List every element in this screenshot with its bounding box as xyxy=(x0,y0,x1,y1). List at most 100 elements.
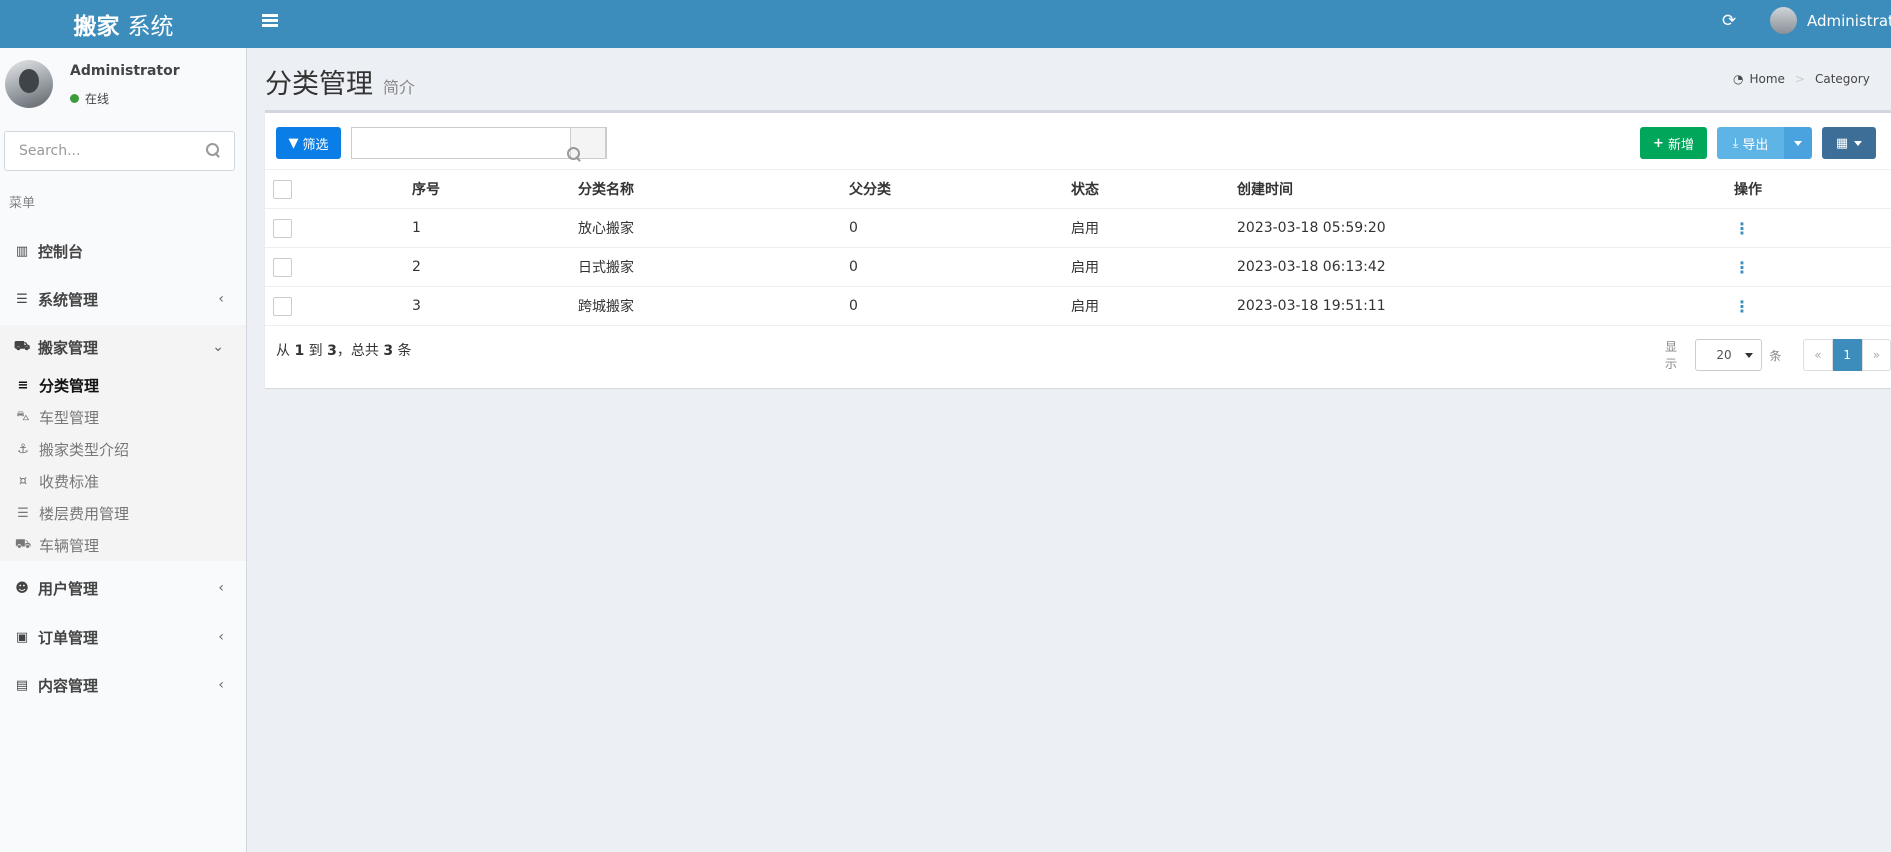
col-parent[interactable]: 父分类 xyxy=(849,169,1071,209)
sidebar-item-moving[interactable]: ⛟ 搬家管理 ⌄ xyxy=(0,325,246,369)
col-id[interactable]: 序号 xyxy=(412,169,578,209)
cell-created: 2023-03-18 06:13:42 xyxy=(1237,247,1734,287)
columns-button[interactable]: ▦ xyxy=(1822,127,1876,159)
cell-status: 启用 xyxy=(1071,208,1237,248)
page-1-button[interactable]: 1 xyxy=(1832,339,1862,371)
add-button[interactable]: + 新增 xyxy=(1640,127,1707,159)
cell-parent: 0 xyxy=(849,208,1071,248)
search-icon[interactable] xyxy=(206,143,220,157)
sidebar-item-label: 系统管理 xyxy=(38,290,99,309)
row-checkbox[interactable] xyxy=(273,218,292,238)
plus-icon: + xyxy=(1653,135,1664,151)
header-user-name[interactable]: Administrator xyxy=(1807,12,1891,30)
users-icon: ☻ xyxy=(15,580,29,596)
cell-id: 2 xyxy=(412,247,578,287)
top-navbar: 搬家系统 ⟳ Administrator xyxy=(0,0,1891,48)
sidebar-item-label: 用户管理 xyxy=(38,579,99,598)
sidebar-subitem-category[interactable]: ≡ 分类管理 xyxy=(0,369,246,401)
info-total-prefix: ，总共 xyxy=(336,343,379,359)
ambulance-icon: ⛟ xyxy=(14,536,32,552)
sidebar-item-orders[interactable]: ▣ 订单管理 ‹ xyxy=(0,615,246,659)
breadcrumb-current: Category xyxy=(1814,72,1870,86)
download-icon: ⤓ xyxy=(1732,135,1739,151)
cell-created: 2023-03-18 05:59:20 xyxy=(1237,208,1734,248)
caret-down-icon xyxy=(1794,140,1802,146)
cell-status: 启用 xyxy=(1071,286,1237,326)
add-label: 新增 xyxy=(1667,137,1694,153)
breadcrumb-home[interactable]: Home xyxy=(1749,72,1784,86)
row-checkbox[interactable] xyxy=(273,257,292,277)
page-subtitle: 简介 xyxy=(383,78,416,97)
sidebar-item-dashboard[interactable]: ▥ 控制台 xyxy=(0,229,246,273)
export-button[interactable]: ⤓ 导出 xyxy=(1717,127,1784,159)
table-header-row: 序号 分类名称 父分类 状态 创建时间 操作 xyxy=(265,169,1891,209)
cell-id: 3 xyxy=(412,286,578,326)
page-size-unit: 条 xyxy=(1769,348,1782,363)
page-header: 分类管理 简介 xyxy=(265,62,415,101)
breadcrumb-separator: > xyxy=(1794,72,1805,86)
table-row: 1 放心搬家 0 启用 2023-03-18 05:59:20 ⋮ xyxy=(265,208,1891,248)
sidebar-subitem-vehicles[interactable]: ⛟ 车辆管理 xyxy=(0,529,246,561)
row-checkbox[interactable] xyxy=(273,296,292,316)
cell-name: 放心搬家 xyxy=(578,208,849,248)
sidebar-item-system[interactable]: ☰ 系统管理 ‹ xyxy=(0,277,246,321)
online-dot-icon xyxy=(70,94,79,103)
filter-label: 筛选 xyxy=(302,137,329,153)
table-search xyxy=(351,127,607,160)
table-search-button[interactable] xyxy=(567,127,606,160)
sidebar-subitem-floor-fees[interactable]: ☰ 楼层费用管理 xyxy=(0,497,246,529)
cell-name: 跨城搬家 xyxy=(578,286,849,326)
cell-id: 1 xyxy=(412,208,578,248)
table-search-input[interactable] xyxy=(352,128,572,158)
status-label: 在线 xyxy=(85,92,110,106)
export-label: 导出 xyxy=(1742,137,1769,153)
cell-created: 2023-03-18 19:51:11 xyxy=(1237,286,1734,326)
col-created[interactable]: 创建时间 xyxy=(1237,169,1734,209)
cell-parent: 0 xyxy=(849,286,1071,326)
sidebar-item-label: 搬家管理 xyxy=(38,338,99,357)
brand-logo[interactable]: 搬家 系统 xyxy=(0,0,247,48)
next-page-button[interactable]: » xyxy=(1861,339,1891,371)
sidebar-item-content[interactable]: ▤ 内容管理 ‹ xyxy=(0,663,246,707)
sidebar-subitem-car-type[interactable]: ⛍ 车型管理 xyxy=(0,401,246,433)
col-name[interactable]: 分类名称 xyxy=(578,169,849,209)
chevron-down-icon: ⌄ xyxy=(212,339,224,355)
bar-chart-icon: ▥ xyxy=(15,243,29,259)
info-prefix: 从 xyxy=(276,343,290,359)
car-icon: ⛍ xyxy=(16,408,30,424)
sidebar-search xyxy=(4,131,235,171)
col-status[interactable]: 状态 xyxy=(1071,169,1237,209)
chevron-left-icon: ‹ xyxy=(218,629,224,645)
filter-button[interactable]: ▼ 筛选 xyxy=(276,127,341,159)
prev-page-button[interactable]: « xyxy=(1803,339,1833,371)
sidebar-subitem-pricing[interactable]: ¤ 收费标准 xyxy=(0,465,246,497)
cart-icon: ⛟ xyxy=(13,338,31,354)
more-actions-icon[interactable]: ⋮ xyxy=(1734,258,1750,277)
sidebar-item-label: 订单管理 xyxy=(38,628,99,647)
sidebar-item-users[interactable]: ☻ 用户管理 ‹ xyxy=(0,566,246,610)
export-dropdown-button[interactable] xyxy=(1784,127,1812,159)
sidebar-subitem-label: 车型管理 xyxy=(39,408,100,427)
sidebar-item-label: 控制台 xyxy=(38,242,84,261)
sidebar-search-input[interactable] xyxy=(5,132,195,170)
briefcase-icon: ▣ xyxy=(15,629,29,645)
sidebar-user-name: Administrator xyxy=(70,63,180,79)
avatar[interactable] xyxy=(1770,7,1797,34)
select-all-checkbox[interactable] xyxy=(273,179,292,199)
table-row: 2 日式搬家 0 启用 2023-03-18 06:13:42 ⋮ xyxy=(265,247,1891,287)
more-actions-icon[interactable]: ⋮ xyxy=(1734,297,1750,316)
refresh-icon[interactable]: ⟳ xyxy=(1722,11,1736,31)
bars-icon[interactable] xyxy=(262,14,278,28)
col-actions: 操作 xyxy=(1734,169,1891,209)
align-center-icon: ☰ xyxy=(17,505,29,521)
info-from: 1 xyxy=(294,343,305,359)
anchor-icon: ⚓ xyxy=(17,441,29,457)
category-table: 序号 分类名称 父分类 状态 创建时间 操作 1 放心搬家 0 启用 2023-… xyxy=(265,169,1891,326)
sidebar-subitem-moving-types[interactable]: ⚓ 搬家类型介绍 xyxy=(0,433,246,465)
page-size-select[interactable]: 20 xyxy=(1695,339,1763,371)
more-actions-icon[interactable]: ⋮ xyxy=(1734,219,1750,238)
sidebar: Administrator 在线 菜单 ▥ 控制台 ☰ 系统管理 ‹ ⛟ 搬家管理 ⌄ ≡… xyxy=(0,48,247,852)
caret-down-icon xyxy=(1745,352,1754,358)
info-total: 3 xyxy=(383,343,394,359)
server-icon: ☰ xyxy=(16,291,28,307)
